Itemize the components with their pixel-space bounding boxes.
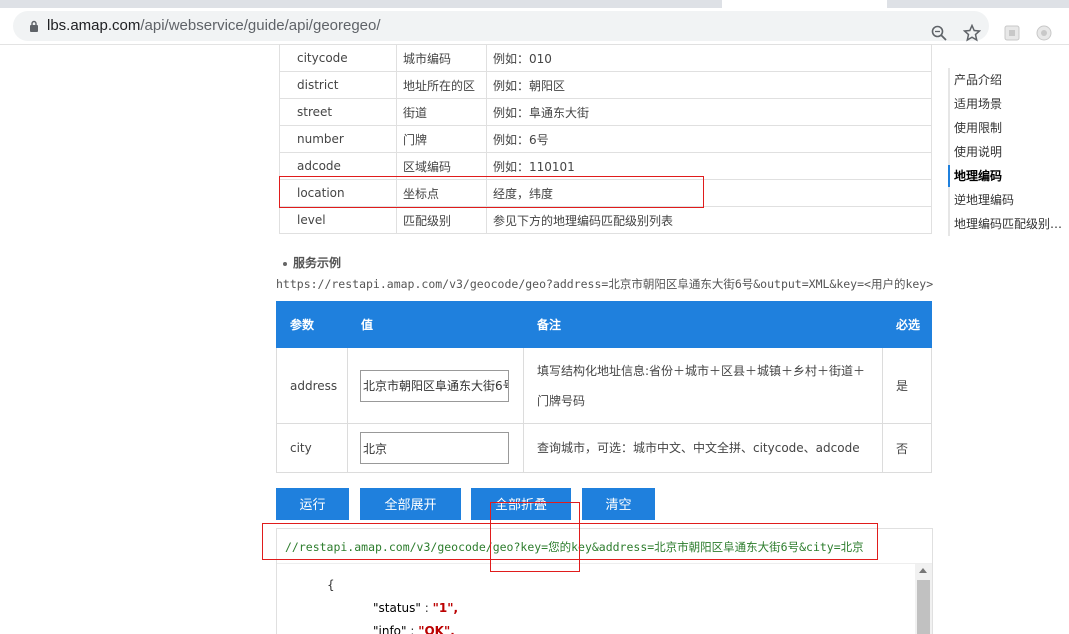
header-note: 备注 (523, 301, 883, 348)
table-row: location 坐标点 经度，纬度 (279, 179, 932, 207)
json-key: "status" (373, 601, 421, 615)
param-name: level (279, 206, 397, 234)
request-params-table: 参数 值 备注 必选 address 填写结构化地址信息:省份＋城市＋区县＋城镇… (276, 301, 932, 473)
request-url: //restapi.amap.com/v3/geocode/geo?key=您的… (285, 540, 864, 554)
header-required: 必选 (882, 301, 932, 348)
param-example: 例如：010 (486, 44, 932, 72)
scrollbar[interactable] (915, 564, 932, 634)
nav-item-limits[interactable]: 使用限制 (954, 119, 1002, 136)
note-text-2: 门牌号码 (537, 393, 586, 408)
param-name: adcode (279, 152, 397, 180)
json-value: "1", (432, 601, 459, 615)
param-example: 经度，纬度 (486, 179, 932, 207)
param-name: citycode (279, 44, 397, 72)
response-params-table: citycode 城市编码 例如：010 district 地址所在的区 例如：朝阳区 st… (279, 44, 932, 234)
json-output: { "status" : "1", "info" : "OK", (277, 563, 932, 634)
city-input[interactable] (360, 432, 509, 464)
url-domain: lbs.amap.com (47, 17, 141, 34)
param-desc: 区域编码 (396, 152, 487, 180)
address-input[interactable] (360, 369, 509, 402)
value-cell (347, 347, 524, 424)
param-name: address (276, 347, 348, 424)
nav-item-geocode[interactable]: 地理编码 (954, 167, 1002, 184)
nav-item-product-intro[interactable]: 产品介绍 (954, 71, 1002, 88)
note-text: 填写结构化地址信息:省份＋城市＋区县＋城镇＋乡村＋街道＋ (537, 363, 866, 378)
browser-toolbar: lbs.amap.com/api/webservice/guide/api/ge… (0, 8, 1069, 45)
header-value: 值 (347, 301, 524, 348)
table-row: number 门牌 例如：6号 (279, 125, 932, 153)
url-path: /api/webservice/guide/api/georegeo/ (140, 17, 381, 34)
table-row: level 匹配级别 参见下方的地理编码匹配级别列表 (279, 206, 932, 234)
json-line: "status" : "1", (373, 601, 459, 615)
value-cell (347, 423, 524, 473)
param-name: number (279, 125, 397, 153)
nav-item-match-levels[interactable]: 地理编码匹配级别… (954, 215, 1062, 232)
nav-item-scenarios[interactable]: 适用场景 (954, 95, 1002, 112)
extension-icon-2[interactable] (1035, 24, 1053, 42)
service-example-title: 服务示例 (293, 256, 342, 270)
clear-button[interactable]: 清空 (582, 488, 655, 520)
param-example: 例如：6号 (486, 125, 932, 153)
param-name: city (276, 423, 348, 473)
active-tab[interactable] (722, 0, 887, 8)
note-cell: 查询城市，可选：城市中文、中文全拼、citycode、adcode (523, 423, 883, 473)
table-row: district 地址所在的区 例如：朝阳区 (279, 71, 932, 99)
param-desc: 坐标点 (396, 179, 487, 207)
param-name: location (279, 179, 397, 207)
table-row: adcode 区域编码 例如：110101 (279, 152, 932, 180)
param-name: street (279, 98, 397, 126)
note-text: 查询城市，可选：城市中文、中文全拼、citycode、adcode (537, 441, 860, 455)
header-param: 参数 (276, 301, 348, 348)
bullet-dot (283, 262, 287, 266)
browser-tab-strip (0, 0, 1069, 8)
nav-item-usage[interactable]: 使用说明 (954, 143, 1002, 160)
param-desc: 街道 (396, 98, 487, 126)
right-nav: 产品介绍 适用场景 使用限制 使用说明 地理编码 逆地理编码 地理编码匹配级别… (948, 68, 1069, 236)
note-cell: 填写结构化地址信息:省份＋城市＋区县＋城镇＋乡村＋街道＋ 门牌号码 (523, 347, 883, 424)
param-desc: 地址所在的区 (396, 71, 487, 99)
param-desc: 城市编码 (396, 44, 487, 72)
param-example: 例如：阜通东大街 (486, 98, 932, 126)
expand-all-button[interactable]: 全部展开 (360, 488, 461, 520)
result-panel: //restapi.amap.com/v3/geocode/geo?key=您的… (276, 528, 933, 634)
param-desc: 门牌 (396, 125, 487, 153)
table-row: citycode 城市编码 例如：010 (279, 44, 932, 72)
scroll-up-arrow-icon[interactable] (919, 568, 927, 573)
service-example-url: https://restapi.amap.com/v3/geocode/geo?… (276, 277, 934, 291)
table-row: address 填写结构化地址信息:省份＋城市＋区县＋城镇＋乡村＋街道＋ 门牌号… (276, 347, 932, 424)
nav-active-indicator (948, 165, 950, 187)
param-example: 例如：朝阳区 (486, 71, 932, 99)
required-value: 否 (882, 423, 932, 473)
bookmark-star-icon[interactable] (963, 24, 981, 42)
address-bar[interactable]: lbs.amap.com/api/webservice/guide/api/ge… (13, 11, 989, 41)
lock-icon (30, 20, 38, 32)
zoom-icon[interactable] (931, 25, 947, 41)
json-open-brace: { (327, 578, 335, 592)
run-button[interactable]: 运行 (276, 488, 349, 520)
table-row: street 街道 例如：阜通东大街 (279, 98, 932, 126)
param-example: 参见下方的地理编码匹配级别列表 (486, 206, 932, 234)
table-row: city 查询城市，可选：城市中文、中文全拼、citycode、adcode 否 (276, 423, 932, 473)
collapse-all-button[interactable]: 全部折叠 (471, 488, 571, 520)
required-value: 是 (882, 347, 932, 424)
extension-icon[interactable] (1003, 24, 1021, 42)
url-text: lbs.amap.com/api/webservice/guide/api/ge… (47, 17, 381, 34)
param-name: district (279, 71, 397, 99)
param-desc: 匹配级别 (396, 206, 487, 234)
nav-item-regeocode[interactable]: 逆地理编码 (954, 191, 1014, 208)
scrollbar-thumb[interactable] (917, 580, 930, 634)
param-example: 例如：110101 (486, 152, 932, 180)
